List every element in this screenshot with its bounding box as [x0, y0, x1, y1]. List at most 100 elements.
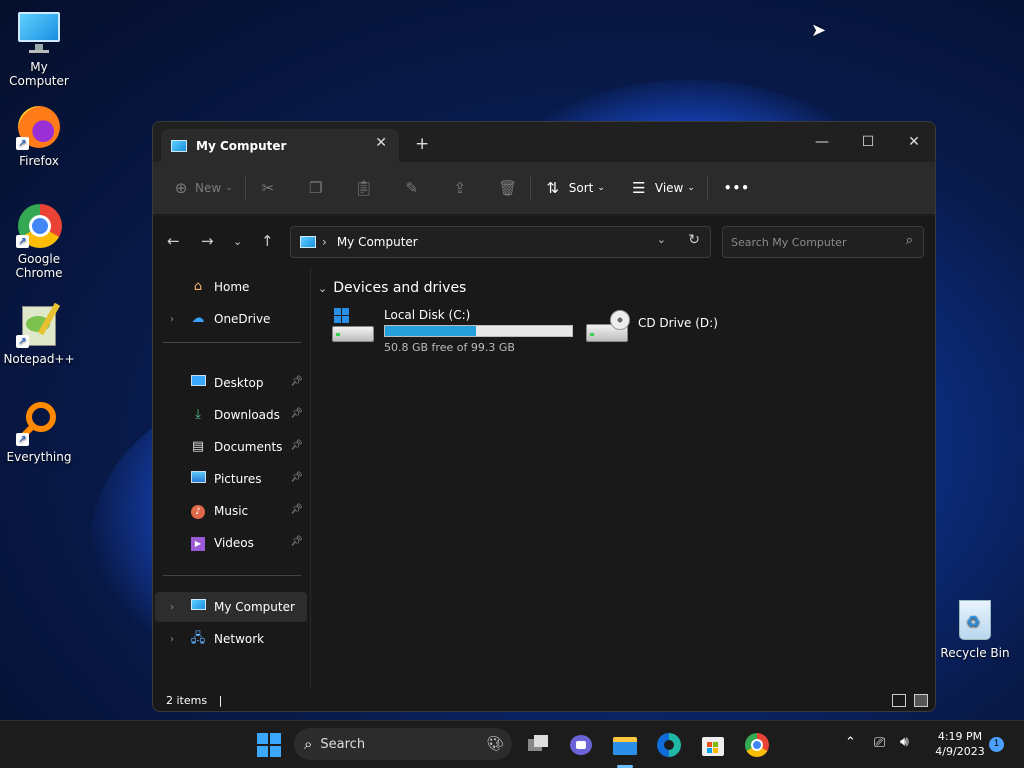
address-dropdown-chevron-icon[interactable]: ⌄	[657, 233, 666, 246]
monitor-icon	[171, 139, 187, 152]
drive-cd-d[interactable]: CD Drive (D:)	[586, 308, 718, 344]
sort-icon: ⇅	[546, 179, 560, 197]
expand-chevron-icon[interactable]: ›	[165, 314, 179, 325]
share-button[interactable]: ⇪	[450, 173, 470, 203]
group-header-devices[interactable]: ⌄ Devices and drives	[318, 280, 466, 296]
maximize-button[interactable]: ☐	[845, 128, 891, 156]
desktop-icon-label: Google Chrome	[15, 252, 63, 280]
shortcut-arrow-icon: ↗	[16, 235, 29, 248]
title-bar[interactable]: My Computer ✕ + — ☐ ✕	[153, 122, 935, 162]
nav-divider	[163, 575, 301, 576]
delete-button[interactable]: 🗑︎	[498, 173, 518, 203]
up-arrow-icon[interactable]: ↑	[261, 232, 274, 250]
nav-item-label: Network	[214, 632, 265, 646]
taskbar-search[interactable]: ⌕ Search 🎨︎	[294, 728, 512, 760]
microsoft-store-icon[interactable]	[699, 731, 727, 759]
search-input[interactable]	[731, 234, 891, 250]
clock-time: 4:19 PM	[937, 730, 983, 743]
nav-item-my-computer[interactable]: › My Computer	[155, 592, 307, 622]
desktop-icon-recycle-bin[interactable]: ♻ Recycle Bin	[936, 596, 1014, 660]
pin-icon[interactable]: 📌︎	[290, 408, 303, 419]
share-icon: ⇪	[453, 179, 467, 197]
desktop-icon-label: Everything	[6, 450, 72, 464]
nav-item-music[interactable]: ♪ Music 📌︎	[155, 496, 307, 526]
new-tab-button[interactable]: +	[415, 134, 429, 154]
minimize-button[interactable]: —	[799, 128, 845, 156]
forward-arrow-icon[interactable]: →	[201, 232, 214, 250]
edge-icon[interactable]	[655, 731, 683, 759]
collapse-chevron-icon[interactable]: ⌄	[318, 282, 327, 295]
nav-item-downloads[interactable]: ⤓ Downloads 📌︎	[155, 400, 307, 430]
show-hidden-icons-chevron-icon[interactable]: ⌃	[845, 735, 856, 768]
tab-my-computer[interactable]: My Computer ✕	[161, 129, 399, 162]
start-windows-icon[interactable]	[255, 731, 283, 759]
nav-item-label: Pictures	[214, 472, 262, 486]
firefox-icon: ↗	[16, 104, 62, 150]
large-icons-view-icon[interactable]	[914, 694, 928, 707]
rename-button[interactable]: ✎	[402, 173, 422, 203]
file-explorer-icon[interactable]	[611, 731, 639, 768]
desktop-icon-my-computer[interactable]: My Computer	[0, 10, 78, 88]
back-arrow-icon[interactable]: ←	[167, 232, 180, 250]
nav-item-videos[interactable]: ▶ Videos 📌︎	[155, 528, 307, 558]
sort-label: Sort	[568, 181, 594, 195]
mouse-cursor-icon: ➤	[811, 20, 827, 41]
drive-usage-fill	[385, 326, 477, 336]
expand-chevron-icon[interactable]: ›	[165, 634, 179, 645]
pin-icon[interactable]: 📌︎	[290, 504, 303, 515]
address-bar[interactable]: › My Computer ⌄ ↻	[290, 226, 711, 258]
notification-badge[interactable]: 1	[989, 737, 1004, 752]
pin-icon[interactable]: 📌︎	[290, 376, 303, 387]
breadcrumb-separator: ›	[322, 235, 327, 249]
search-box[interactable]: ⌕	[722, 226, 924, 258]
trash-icon: 🗑︎	[498, 179, 518, 197]
recent-locations-chevron-icon[interactable]: ⌄	[233, 235, 242, 248]
chat-icon[interactable]	[567, 731, 595, 759]
nav-item-pictures[interactable]: Pictures 📌︎	[155, 464, 307, 494]
nav-item-network[interactable]: › 🖧︎ Network	[155, 624, 307, 654]
view-button[interactable]: ☰ View ⌄	[629, 173, 695, 203]
expand-chevron-icon[interactable]: ›	[165, 602, 179, 613]
download-icon: ⤓	[195, 407, 201, 422]
copy-button[interactable]: ❐	[306, 173, 326, 203]
breadcrumb-my-computer[interactable]: My Computer	[337, 235, 418, 249]
nav-item-onedrive[interactable]: › ☁ OneDrive	[155, 304, 307, 334]
network-icon: 🖧︎	[190, 631, 206, 646]
new-button[interactable]: ⊕ New ⌄	[171, 173, 233, 203]
drive-local-disk-c[interactable]: Local Disk (C:) 50.8 GB free of 99.3 GB	[332, 308, 573, 354]
monitor-icon	[300, 236, 316, 248]
nav-item-documents[interactable]: ▤ Documents 📌︎	[155, 432, 307, 462]
desktop-icon-chrome[interactable]: ↗ Google Chrome	[0, 202, 78, 280]
paste-button[interactable]: 📋︎	[354, 173, 374, 203]
search-icon: ⌕	[304, 735, 313, 753]
clock[interactable]: 4:19 PM 4/9/2023	[930, 729, 990, 759]
details-view-icon[interactable]	[892, 694, 906, 707]
notepadpp-icon: ↗	[16, 302, 62, 348]
sort-button[interactable]: ⇅ Sort ⌄	[543, 173, 604, 203]
volume-icon[interactable]: 🔊︎	[900, 734, 909, 768]
status-separator: |	[218, 694, 223, 707]
cd-drive-icon	[586, 308, 630, 344]
refresh-icon[interactable]: ↻	[688, 232, 700, 248]
desktop-icon-label: Recycle Bin	[940, 646, 1010, 660]
nav-item-home[interactable]: ⌂ Home	[155, 272, 307, 302]
pin-icon[interactable]: 📌︎	[290, 440, 303, 451]
scissors-icon: ✂	[261, 179, 275, 197]
desktop-icon-notepadpp[interactable]: ↗ Notepad++	[0, 302, 78, 366]
desktop-icon-everything[interactable]: ↗ Everything	[0, 400, 78, 464]
cut-button[interactable]: ✂	[258, 173, 278, 203]
desktop-icon-firefox[interactable]: ↗ Firefox	[0, 104, 78, 168]
drive-free-space: 50.8 GB free of 99.3 GB	[384, 341, 515, 354]
pin-icon[interactable]: 📌︎	[290, 472, 303, 483]
music-icon: ♪	[189, 503, 207, 519]
close-window-button[interactable]: ✕	[891, 128, 935, 156]
chrome-icon[interactable]	[743, 731, 771, 759]
drive-usage-bar	[384, 325, 573, 337]
task-view-icon[interactable]	[524, 731, 552, 759]
network-status-icon[interactable]: ⎚	[874, 735, 885, 768]
pin-icon[interactable]: 📌︎	[290, 536, 303, 547]
close-tab-icon[interactable]: ✕	[375, 135, 387, 151]
shortcut-arrow-icon: ↗	[16, 433, 29, 446]
nav-item-desktop[interactable]: Desktop 📌︎	[155, 368, 307, 398]
more-options-button[interactable]: •••	[724, 173, 750, 203]
